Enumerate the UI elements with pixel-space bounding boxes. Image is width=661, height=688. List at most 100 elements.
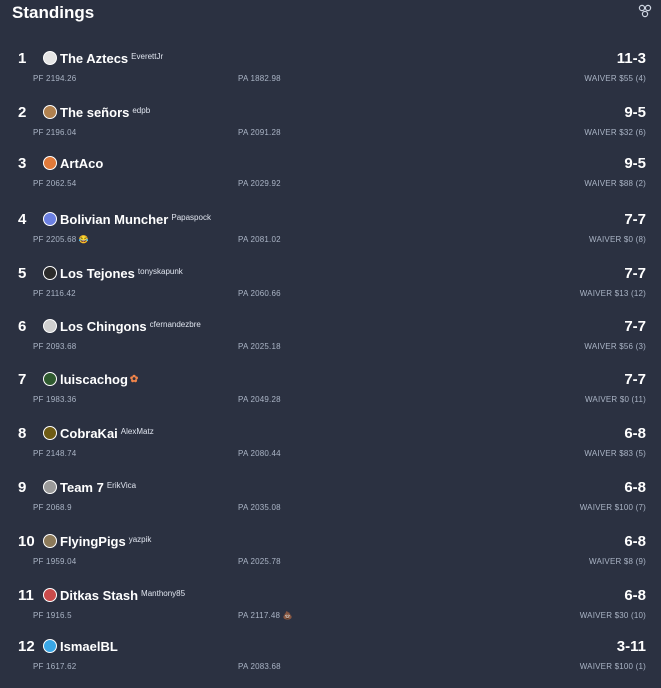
owner-name: AlexMatz bbox=[120, 427, 154, 436]
waiver-info: WAIVER $100 (7) bbox=[579, 503, 646, 512]
standings-row[interactable]: 6 Los Chingons cfernandezbre 7-7 PF 2093.… bbox=[0, 318, 661, 366]
points-against: PA 2060.66 bbox=[238, 289, 281, 298]
record: 6-8 bbox=[624, 533, 646, 550]
standings-row[interactable]: 1 The Aztecs EverettJr 11-3 PF 2194.26 PA… bbox=[0, 50, 661, 98]
record: 3-11 bbox=[616, 638, 646, 655]
points-for: PF 2205.68 😂 bbox=[33, 235, 89, 244]
owner-name: EverettJr bbox=[131, 52, 164, 61]
points-against: PA 2117.48 💩 bbox=[238, 611, 293, 620]
rank: 11 bbox=[18, 587, 34, 604]
team-name-text: IsmaelBL bbox=[60, 639, 118, 654]
points-for: PF 1983.36 bbox=[33, 395, 77, 404]
rank: 8 bbox=[18, 425, 27, 442]
team-name[interactable]: Team 7 ErikVica bbox=[60, 480, 136, 495]
waiver-info: WAIVER $100 (1) bbox=[579, 662, 646, 671]
waiver-info: WAIVER $8 (9) bbox=[589, 557, 646, 566]
record: 11-3 bbox=[616, 50, 646, 67]
team-name-text: The señors bbox=[60, 105, 130, 120]
team-name-text: The Aztecs bbox=[60, 51, 129, 66]
team-name[interactable]: The señors edpb bbox=[60, 105, 150, 120]
points-against: PA 2025.18 bbox=[238, 342, 281, 351]
standings-row[interactable]: 12 IsmaelBL 3-11 PF 1617.62 PA 2083.68 W… bbox=[0, 638, 661, 686]
owner-name: ErikVica bbox=[106, 481, 137, 490]
waiver-info: WAIVER $83 (5) bbox=[584, 449, 646, 458]
page-title: Standings bbox=[12, 3, 95, 22]
record: 7-7 bbox=[624, 318, 646, 335]
team-name[interactable]: IsmaelBL bbox=[60, 639, 118, 654]
standings-row[interactable]: 4 Bolivian Muncher Papaspock 7-7 PF 2205.… bbox=[0, 211, 661, 259]
points-for: PF 2194.26 bbox=[33, 74, 77, 83]
team-name[interactable]: Los Tejones tonyskapunk bbox=[60, 266, 183, 281]
record: 9-5 bbox=[624, 104, 646, 121]
points-against: PA 2035.08 bbox=[238, 503, 281, 512]
team-name-text: FlyingPigs bbox=[60, 534, 126, 549]
rank: 9 bbox=[18, 479, 27, 496]
team-name[interactable]: ArtAco bbox=[60, 156, 103, 171]
team-avatar bbox=[43, 372, 57, 386]
waiver-info: WAIVER $13 (12) bbox=[579, 289, 646, 298]
team-avatar bbox=[43, 266, 57, 280]
waiver-info: WAIVER $88 (2) bbox=[584, 179, 646, 188]
record: 6-8 bbox=[624, 479, 646, 496]
team-name-text: Team 7 bbox=[60, 480, 104, 495]
points-against: PA 2091.28 bbox=[238, 128, 281, 137]
team-name[interactable]: Ditkas Stash Manthony85 bbox=[60, 588, 185, 603]
standings-row[interactable]: 9 Team 7 ErikVica 6-8 PF 2068.9 PA 2035.0… bbox=[0, 479, 661, 527]
points-against: PA 2081.02 bbox=[238, 235, 281, 244]
team-avatar bbox=[43, 639, 57, 653]
rank: 1 bbox=[18, 50, 27, 67]
owner-name: Papaspock bbox=[171, 213, 211, 222]
record: 7-7 bbox=[624, 265, 646, 282]
team-avatar bbox=[43, 156, 57, 170]
team-name[interactable]: Los Chingons cfernandezbre bbox=[60, 319, 201, 334]
record: 9-5 bbox=[624, 155, 646, 172]
team-name[interactable]: The Aztecs EverettJr bbox=[60, 51, 163, 66]
team-name-text: Ditkas Stash bbox=[60, 588, 139, 603]
team-name[interactable]: CobraKai AlexMatz bbox=[60, 426, 154, 441]
owner-name: edpb bbox=[132, 106, 151, 115]
team-name-text: Los Chingons bbox=[60, 319, 147, 334]
owner-name: cfernandezbre bbox=[149, 320, 201, 329]
points-for: PF 2093.68 bbox=[33, 342, 77, 351]
points-against: PA 2080.44 bbox=[238, 449, 281, 458]
standings-row[interactable]: 11 Ditkas Stash Manthony85 6-8 PF 1916.5 … bbox=[0, 587, 661, 635]
points-against: PA 2049.28 bbox=[238, 395, 281, 404]
team-name-text: Los Tejones bbox=[60, 266, 135, 281]
standings-row[interactable]: 10 FlyingPigs yazpik 6-8 PF 1959.04 PA 20… bbox=[0, 533, 661, 581]
team-avatar bbox=[43, 534, 57, 548]
standings-row[interactable]: 3 ArtAco 9-5 PF 2062.54 PA 2029.92 WAIVE… bbox=[0, 155, 661, 203]
team-avatar bbox=[43, 588, 57, 602]
team-avatar bbox=[43, 480, 57, 494]
points-against: PA 1882.98 bbox=[238, 74, 281, 83]
flower-icon: ✿ bbox=[129, 374, 139, 385]
rank: 12 bbox=[18, 638, 35, 655]
waiver-info: WAIVER $0 (8) bbox=[589, 235, 646, 244]
team-avatar bbox=[43, 426, 57, 440]
points-for: PF 2068.9 bbox=[33, 503, 72, 512]
team-name[interactable]: FlyingPigs yazpik bbox=[60, 534, 151, 549]
rank: 7 bbox=[18, 371, 27, 388]
points-for: PF 2148.74 bbox=[33, 449, 77, 458]
standings-row[interactable]: 5 Los Tejones tonyskapunk 7-7 PF 2116.42 … bbox=[0, 265, 661, 313]
record: 6-8 bbox=[624, 587, 646, 604]
points-against: PA 2025.78 bbox=[238, 557, 281, 566]
waiver-info: WAIVER $56 (3) bbox=[584, 342, 646, 351]
standings-row[interactable]: 8 CobraKai AlexMatz 6-8 PF 2148.74 PA 208… bbox=[0, 425, 661, 473]
points-for: PF 1916.5 bbox=[33, 611, 72, 620]
standings-row[interactable]: 7 luiscachog ✿ 7-7 PF 1983.36 PA 2049.28 … bbox=[0, 371, 661, 419]
owner-name: tonyskapunk bbox=[137, 267, 183, 276]
team-name-text: Bolivian Muncher bbox=[60, 212, 169, 227]
team-avatar bbox=[43, 319, 57, 333]
standings-row[interactable]: 2 The señors edpb 9-5 PF 2196.04 PA 2091.… bbox=[0, 104, 661, 152]
team-name[interactable]: luiscachog ✿ bbox=[60, 372, 138, 387]
points-for: PF 1959.04 bbox=[33, 557, 77, 566]
team-name-text: luiscachog bbox=[60, 372, 128, 387]
points-against: PA 2029.92 bbox=[238, 179, 281, 188]
team-avatar bbox=[43, 51, 57, 65]
team-name-text: ArtAco bbox=[60, 156, 104, 171]
points-for: PF 2062.54 bbox=[33, 179, 77, 188]
owner-name: yazpik bbox=[128, 535, 152, 544]
waiver-info: WAIVER $55 (4) bbox=[584, 74, 646, 83]
team-name[interactable]: Bolivian Muncher Papaspock bbox=[60, 212, 211, 227]
settings-icon[interactable] bbox=[637, 3, 653, 19]
